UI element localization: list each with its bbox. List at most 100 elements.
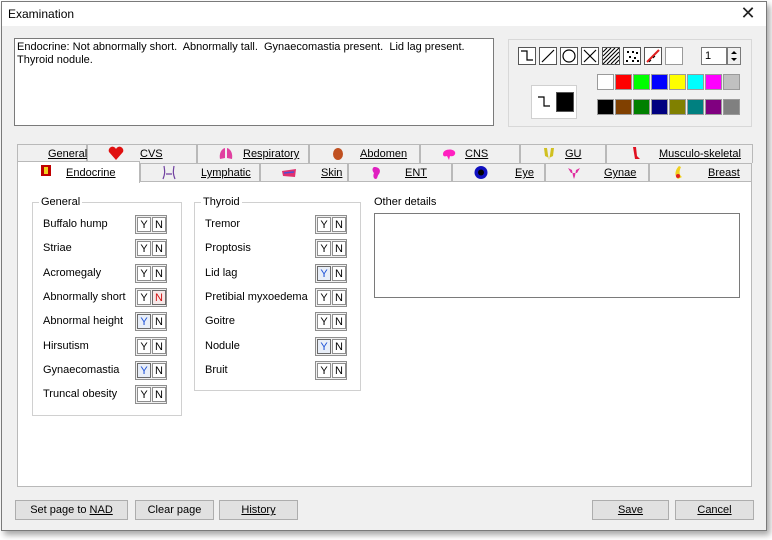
circle-tool-icon[interactable]	[560, 47, 578, 65]
yes-no-toggle: YN	[135, 263, 167, 283]
abdomen-icon	[330, 146, 346, 161]
tab-breast[interactable]: Breast	[649, 163, 752, 182]
color-swatch[interactable]	[705, 74, 722, 90]
color-swatch[interactable]	[669, 99, 686, 115]
set-page-to-nad-button[interactable]: Set page to NAD	[15, 500, 128, 520]
color-swatch[interactable]	[687, 74, 704, 90]
no-button[interactable]: N	[152, 387, 166, 403]
yes-no-toggle: YN	[315, 263, 347, 283]
no-button[interactable]: N	[152, 314, 166, 330]
no-button[interactable]: N	[332, 265, 346, 281]
no-button[interactable]: N	[332, 241, 346, 257]
yes-button[interactable]: Y	[317, 362, 331, 378]
tab-endocrine[interactable]: Endocrine	[17, 161, 140, 183]
tab-label: Abdomen	[360, 148, 408, 160]
thyroid-group: Thyroid Tremor Y N Proptosis Y N Lid lag Y N Pret…	[194, 196, 361, 391]
color-swatch[interactable]	[651, 74, 668, 90]
no-button[interactable]: N	[152, 289, 166, 305]
no-button[interactable]: N	[332, 289, 346, 305]
color-swatch[interactable]	[633, 74, 650, 90]
no-button[interactable]: N	[332, 338, 346, 354]
line-tool-icon[interactable]	[539, 47, 557, 65]
tab-label: ENT	[405, 167, 427, 179]
yes-button[interactable]: Y	[317, 217, 331, 232]
color-swatch[interactable]	[615, 99, 632, 115]
current-tool-icon	[538, 96, 550, 107]
no-button[interactable]: N	[332, 362, 346, 378]
yes-button[interactable]: Y	[137, 338, 151, 354]
clear-page-button[interactable]: Clear page	[135, 500, 214, 520]
tab-ent[interactable]: ENT	[348, 163, 452, 182]
tab-gu[interactable]: GU	[520, 144, 606, 163]
yes-button[interactable]: Y	[137, 241, 151, 257]
yes-button[interactable]: Y	[137, 387, 151, 403]
yes-button[interactable]: Y	[317, 289, 331, 305]
cross-tool-icon[interactable]	[581, 47, 599, 65]
curve-tool-icon[interactable]	[518, 47, 536, 65]
hatch-tool-icon[interactable]	[602, 47, 620, 65]
line-width-input[interactable]	[701, 47, 727, 65]
color-swatch[interactable]	[723, 99, 740, 115]
tab-lymphatic[interactable]: Lymphatic	[140, 163, 260, 182]
tab-skin[interactable]: Skin	[260, 163, 348, 182]
yes-no-toggle: YN	[315, 312, 347, 332]
cns-icon	[441, 146, 457, 161]
yes-button[interactable]: Y	[137, 265, 151, 281]
no-button[interactable]: N	[152, 241, 166, 257]
color-swatch[interactable]	[705, 99, 722, 115]
no-button[interactable]: N	[152, 362, 166, 378]
no-button[interactable]: N	[332, 314, 346, 330]
cancel-button[interactable]: Cancel	[675, 500, 754, 520]
tab-gynae[interactable]: Gynae	[545, 163, 649, 182]
no-button[interactable]: N	[152, 217, 166, 232]
yes-button[interactable]: Y	[317, 314, 331, 330]
dots-tool-icon[interactable]	[623, 47, 641, 65]
yes-button[interactable]: Y	[137, 362, 151, 378]
yes-no-toggle: YN	[135, 336, 167, 356]
color-swatch[interactable]	[633, 99, 650, 115]
tab-abdomen[interactable]: Abdomen	[309, 144, 420, 163]
tab-eye[interactable]: Eye	[452, 163, 545, 182]
color-swatch[interactable]	[597, 99, 614, 115]
finding-label: Gynaecomastia	[43, 363, 120, 376]
yes-no-toggle: YN	[135, 385, 167, 405]
color-swatch[interactable]	[651, 99, 668, 115]
save-button[interactable]: Save	[592, 500, 669, 520]
no-button[interactable]: N	[152, 265, 166, 281]
tab-label: Lymphatic	[201, 167, 251, 179]
tab-musculo-skeletal[interactable]: Musculo-skeletal	[606, 144, 753, 163]
rectangle-tool-icon[interactable]	[665, 47, 683, 65]
color-swatch[interactable]	[597, 74, 614, 90]
yes-button[interactable]: Y	[137, 217, 151, 232]
yes-button[interactable]: Y	[317, 338, 331, 354]
summary-textarea[interactable]	[14, 38, 494, 126]
yes-button[interactable]: Y	[137, 289, 151, 305]
yes-no-toggle: YN	[315, 360, 347, 380]
general-group-title: General	[39, 196, 83, 208]
color-swatch[interactable]	[669, 74, 686, 90]
set-nad-key: NAD	[89, 504, 113, 516]
yes-button[interactable]: Y	[137, 314, 151, 330]
color-swatch[interactable]	[687, 99, 704, 115]
tab-cns[interactable]: CNS	[420, 144, 520, 163]
lymphatic-icon	[161, 165, 177, 180]
yes-button[interactable]: Y	[317, 265, 331, 281]
finding-label: Pretibial myxoedema	[205, 290, 308, 303]
close-icon[interactable]: ✕	[730, 2, 766, 26]
endocrine-icon	[38, 163, 54, 178]
general-group: General Buffalo hump Y N Striae Y N Acromegaly…	[32, 196, 182, 416]
no-button[interactable]: N	[332, 217, 346, 232]
scribble-tool-icon[interactable]	[644, 47, 662, 65]
yes-no-toggle: YN	[135, 312, 167, 332]
yes-no-toggle: YN	[315, 215, 347, 234]
yes-button[interactable]: Y	[317, 241, 331, 257]
tab-respiratory[interactable]: Respiratory	[197, 144, 309, 163]
other-details-textarea[interactable]	[374, 213, 740, 298]
yes-no-toggle: YN	[135, 360, 167, 380]
history-button[interactable]: History	[219, 500, 298, 520]
color-swatch[interactable]	[723, 74, 740, 90]
line-width-spinner[interactable]	[727, 47, 741, 65]
color-swatch[interactable]	[615, 74, 632, 90]
no-button[interactable]: N	[152, 338, 166, 354]
current-color-swatch	[556, 92, 574, 112]
